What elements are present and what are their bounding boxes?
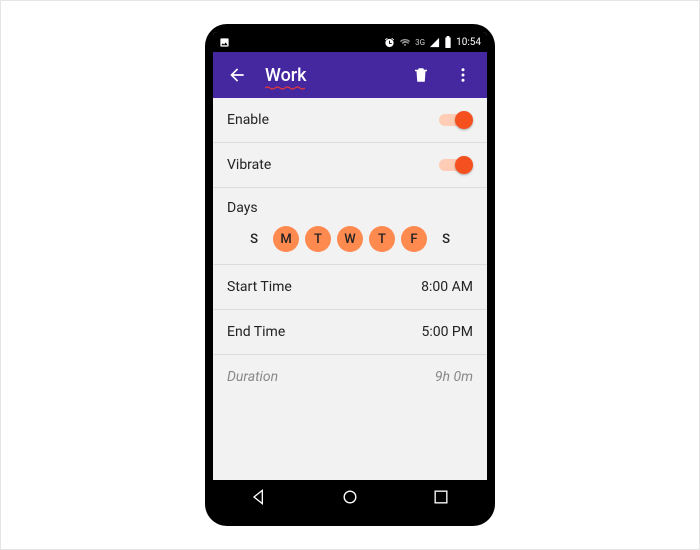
clock: 10:54 <box>456 37 481 48</box>
page-title-text: Work <box>265 65 307 86</box>
start-time-row[interactable]: Start Time 8:00 AM <box>213 265 487 310</box>
duration-label: Duration <box>227 367 435 387</box>
phone-frame: 3G 10:54 Work Enable <box>205 24 495 526</box>
end-time-row[interactable]: End Time 5:00 PM <box>213 310 487 355</box>
day-sat[interactable]: S <box>433 226 459 252</box>
status-bar: 3G 10:54 <box>213 32 487 52</box>
day-tue[interactable]: T <box>305 226 331 252</box>
spellcheck-underline <box>265 86 307 90</box>
system-nav-bar <box>213 480 487 518</box>
days-row: Days S M T W T F S <box>213 188 487 265</box>
nav-recent-icon <box>431 487 451 507</box>
start-time-value: 8:00 AM <box>421 279 473 295</box>
page-title: Work <box>265 65 307 86</box>
more-vert-icon <box>454 66 472 84</box>
enable-toggle[interactable] <box>439 111 473 129</box>
back-button[interactable] <box>223 61 251 89</box>
network-label: 3G <box>415 38 425 47</box>
day-thu[interactable]: T <box>369 226 395 252</box>
enable-row[interactable]: Enable <box>213 98 487 143</box>
nav-back-button[interactable] <box>249 487 269 511</box>
vibrate-row[interactable]: Vibrate <box>213 143 487 188</box>
day-wed[interactable]: W <box>337 226 363 252</box>
duration-value: 9h 0m <box>435 369 473 385</box>
trash-icon <box>412 66 430 84</box>
nav-recent-button[interactable] <box>431 487 451 511</box>
day-sun[interactable]: S <box>241 226 267 252</box>
alarm-icon <box>384 37 395 48</box>
nav-home-button[interactable] <box>340 487 360 511</box>
app-bar: Work <box>213 52 487 98</box>
day-fri[interactable]: F <box>401 226 427 252</box>
days-picker: S M T W T F S <box>227 226 473 252</box>
vibrate-label: Vibrate <box>227 155 439 175</box>
wifi-icon <box>399 37 411 48</box>
vibrate-toggle[interactable] <box>439 156 473 174</box>
overflow-menu-button[interactable] <box>449 61 477 89</box>
days-label: Days <box>227 200 473 216</box>
image-notification-icon <box>219 37 230 48</box>
end-time-value: 5:00 PM <box>421 324 473 340</box>
battery-icon <box>444 36 452 48</box>
day-mon[interactable]: M <box>273 226 299 252</box>
enable-label: Enable <box>227 110 439 130</box>
settings-list: Enable Vibrate Days S M T W T <box>213 98 487 480</box>
nav-back-icon <box>249 487 269 507</box>
duration-row: Duration 9h 0m <box>213 355 487 399</box>
screen: 3G 10:54 Work Enable <box>213 32 487 480</box>
nav-home-icon <box>340 487 360 507</box>
end-time-label: End Time <box>227 322 421 342</box>
delete-button[interactable] <box>407 61 435 89</box>
start-time-label: Start Time <box>227 277 421 297</box>
back-arrow-icon <box>227 65 247 85</box>
signal-icon <box>429 37 440 48</box>
